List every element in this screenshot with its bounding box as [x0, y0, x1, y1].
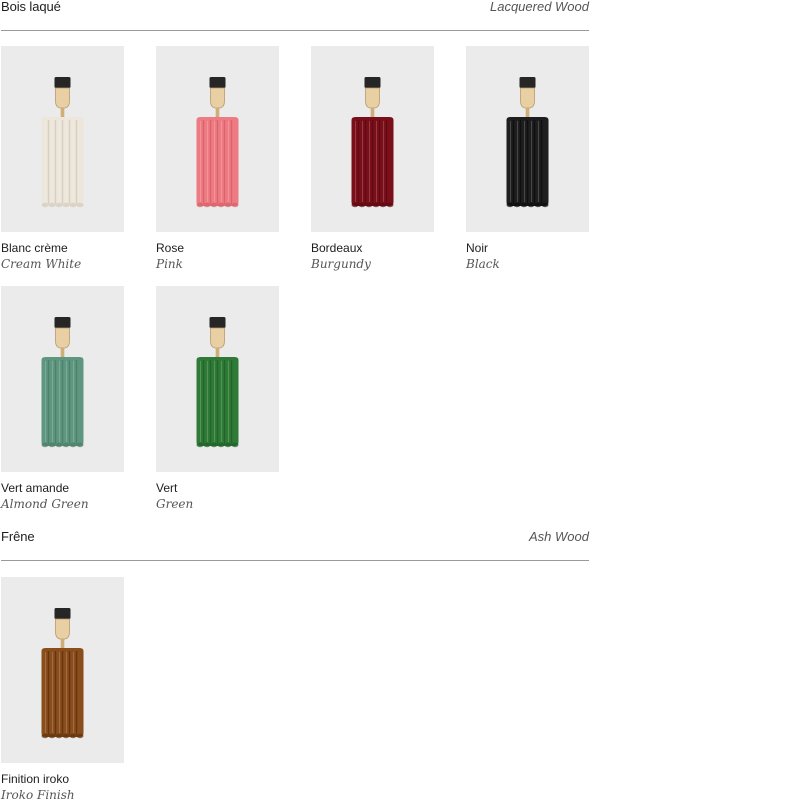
- lamp-image: [1, 286, 124, 472]
- swatch-name-fr: Noir: [466, 241, 489, 255]
- swatch-name-fr: Rose: [156, 241, 185, 255]
- section-header-ash: Frêne Ash Wood: [1, 529, 589, 561]
- swatch-black[interactable]: Noir Black: [466, 46, 589, 273]
- swatch-name-fr: Vert amande: [1, 481, 70, 495]
- swatch-name-fr: Vert: [156, 481, 178, 495]
- section-header-lacquered: Bois laqué Lacquered Wood: [1, 0, 589, 31]
- swatch-name-en: Burgundy: [311, 257, 371, 271]
- swatch-name-fr: Bordeaux: [311, 241, 363, 255]
- swatch-iroko-finish[interactable]: Finition iroko Iroko Finish: [1, 577, 124, 804]
- section-title-fr: Bois laqué: [1, 0, 61, 14]
- swatch-green[interactable]: Vert Green: [156, 286, 279, 513]
- swatch-name-en: Black: [466, 257, 500, 271]
- swatch-almond-green[interactable]: Vert amande Almond Green: [1, 286, 124, 513]
- swatch-name-en: Green: [156, 497, 194, 511]
- section-title-fr: Frêne: [1, 529, 35, 544]
- lamp-image: [1, 46, 124, 232]
- lamp-image: [311, 46, 434, 232]
- swatch-name-fr: Blanc crème: [1, 241, 68, 255]
- section-title-en: Ash Wood: [529, 529, 589, 544]
- swatch-cream-white[interactable]: Blanc crème Cream White: [1, 46, 124, 273]
- lamp-image: [1, 577, 124, 763]
- swatch-pink[interactable]: Rose Pink: [156, 46, 279, 273]
- swatch-name-en: Cream White: [1, 257, 82, 271]
- swatch-burgundy[interactable]: Bordeaux Burgundy: [311, 46, 434, 273]
- swatch-name-en: Pink: [156, 257, 183, 271]
- swatch-name-fr: Finition iroko: [1, 772, 70, 786]
- section-title-en: Lacquered Wood: [489, 0, 589, 14]
- lamp-image: [156, 286, 279, 472]
- swatch-name-en: Iroko Finish: [1, 788, 75, 802]
- swatch-name-en: Almond Green: [1, 497, 89, 511]
- lamp-image: [466, 46, 589, 232]
- lamp-image: [156, 46, 279, 232]
